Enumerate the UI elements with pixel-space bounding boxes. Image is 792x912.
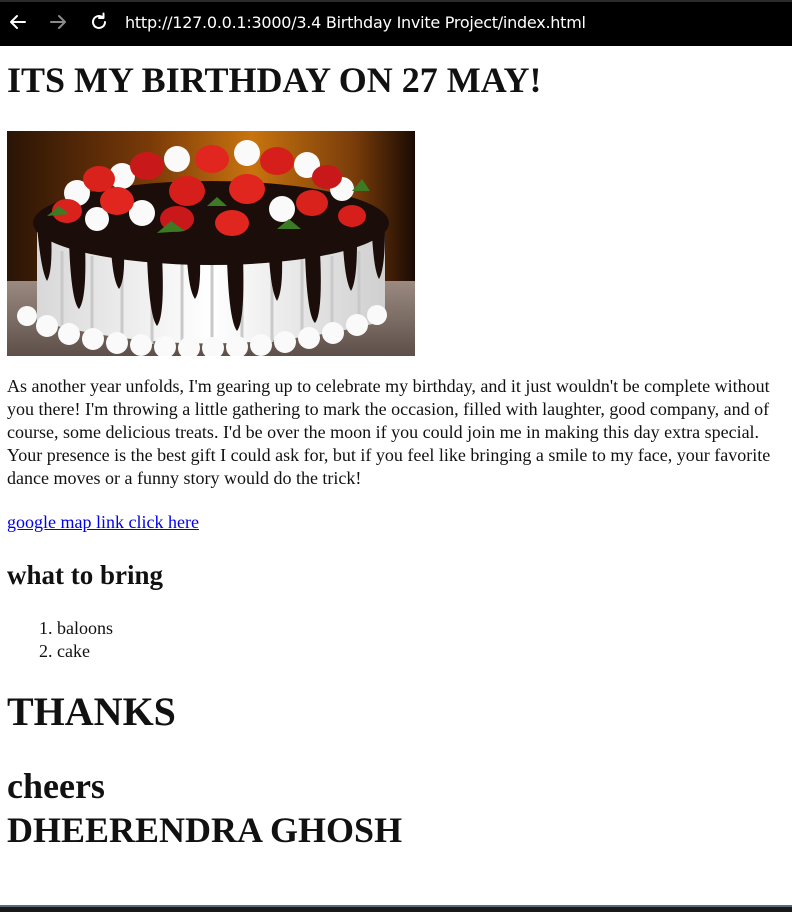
list-item: cake (57, 640, 113, 663)
bring-list: baloons cake (7, 617, 113, 663)
signoff-text: cheers (7, 766, 105, 806)
cake-image (7, 131, 415, 356)
signoff-heading: cheers DHEERENDRA GHOSH (7, 764, 402, 852)
reload-icon[interactable] (87, 10, 111, 34)
invitation-paragraph: As another year unfolds, I'm gearing up … (7, 376, 771, 488)
list-item: baloons (57, 617, 113, 640)
what-to-bring-heading: what to bring (7, 560, 164, 590)
author-name: DHEERENDRA GHOSH (7, 810, 403, 850)
browser-toolbar: http://127.0.0.1:3000/3.4 Birthday Invit… (0, 0, 792, 46)
taskbar-edge (0, 905, 792, 912)
forward-arrow-icon[interactable] (46, 10, 70, 34)
thanks-heading: THANKS (7, 689, 176, 734)
address-bar-url[interactable]: http://127.0.0.1:3000/3.4 Birthday Invit… (125, 13, 586, 32)
page-title: ITS MY BIRTHDAY ON 27 MAY! (7, 60, 542, 100)
google-map-link[interactable]: google map link click here (7, 512, 199, 533)
browser-window: http://127.0.0.1:3000/3.4 Birthday Invit… (0, 0, 792, 912)
back-arrow-icon[interactable] (6, 10, 30, 34)
